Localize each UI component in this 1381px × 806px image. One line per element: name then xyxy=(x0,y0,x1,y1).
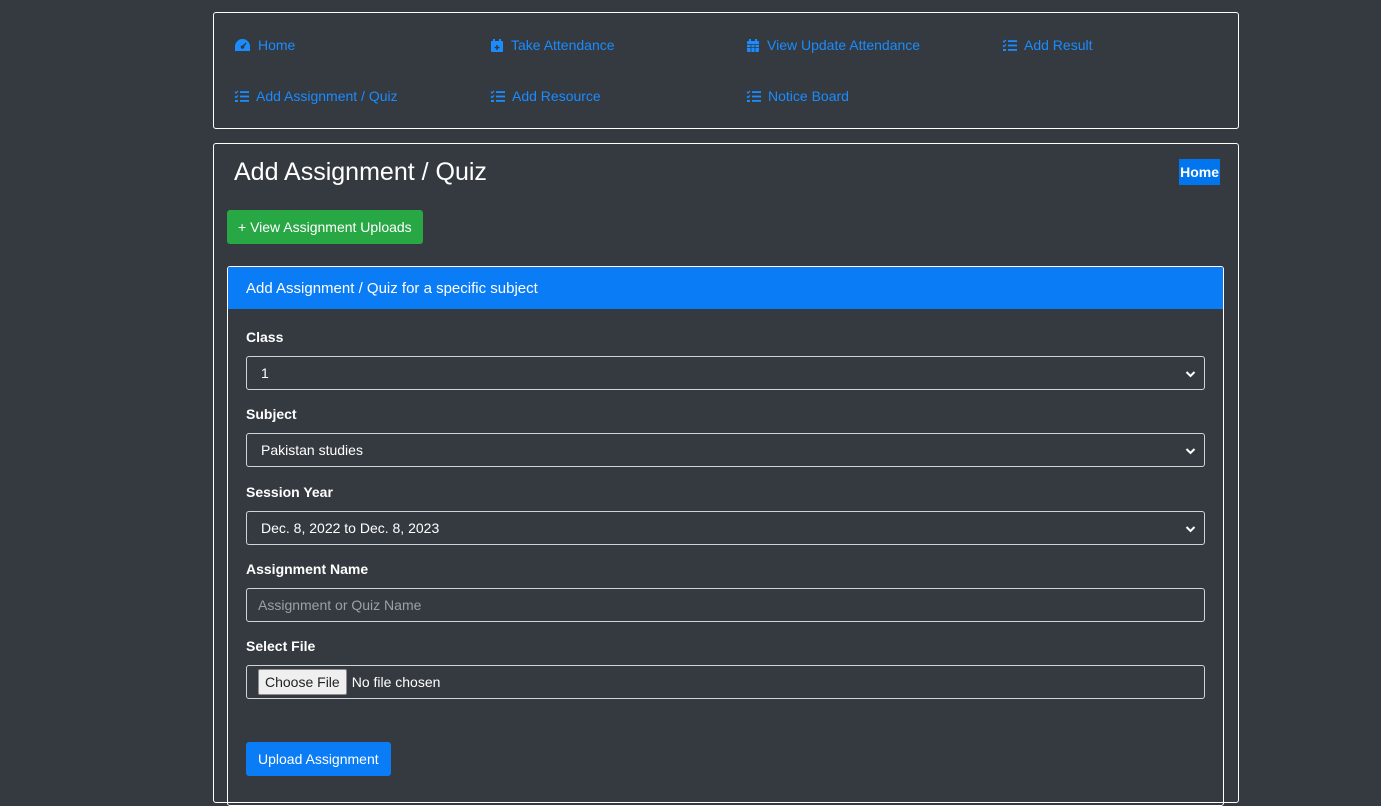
nav-link-view-update-attendance[interactable]: View Update Attendance xyxy=(746,37,920,53)
calendar-icon xyxy=(746,38,760,53)
assignment-name-input[interactable]: Assignment or Quiz Name xyxy=(246,588,1205,622)
nav-link-add-result[interactable]: Add Result xyxy=(1002,37,1092,53)
nav-link-label: Add Result xyxy=(1024,37,1093,53)
nav-link-label: Take Attendance xyxy=(511,37,615,53)
nav-link-take-attendance[interactable]: Take Attendance xyxy=(490,37,615,53)
main-panel: Add Assignment / Quiz Home + View Assign… xyxy=(213,143,1239,806)
nav-link-add-assignment-quiz[interactable]: Add Assignment / Quiz xyxy=(234,88,398,104)
page-title: Add Assignment / Quiz xyxy=(234,158,487,186)
nav-link-label: Notice Board xyxy=(768,88,849,104)
nav-link-add-resource[interactable]: Add Resource xyxy=(490,88,601,104)
calendar-plus-icon xyxy=(490,38,504,53)
list-check-icon xyxy=(234,90,249,103)
list-check-icon xyxy=(490,90,505,103)
class-select-value: 1 xyxy=(261,365,269,381)
subject-select[interactable]: Pakistan studies xyxy=(246,433,1205,467)
file-input[interactable]: Choose File No file chosen xyxy=(246,665,1205,699)
session-year-select[interactable]: Dec. 8, 2022 to Dec. 8, 2023 xyxy=(246,511,1205,545)
choose-file-button[interactable]: Choose File xyxy=(258,669,347,695)
nav-link-label: Add Resource xyxy=(512,88,601,104)
nav-link-label: Add Assignment / Quiz xyxy=(256,88,398,104)
class-select[interactable]: 1 xyxy=(246,356,1205,390)
select-file-label: Select File xyxy=(246,638,316,654)
chevron-down-icon xyxy=(1185,522,1196,538)
assignment-form-card: Add Assignment / Quiz for a specific sub… xyxy=(227,266,1224,806)
dashboard-icon xyxy=(234,38,251,53)
nav-link-home[interactable]: Home xyxy=(234,37,295,53)
home-breadcrumb-link[interactable]: Home xyxy=(1179,159,1220,185)
list-check-icon xyxy=(1002,39,1017,52)
upload-assignment-button[interactable]: Upload Assignment xyxy=(246,742,391,776)
file-status-text: No file chosen xyxy=(351,674,441,690)
nav-link-label: View Update Attendance xyxy=(767,37,921,53)
subject-label: Subject xyxy=(246,406,297,422)
card-header: Add Assignment / Quiz for a specific sub… xyxy=(228,267,1223,309)
subject-select-value: Pakistan studies xyxy=(261,442,363,458)
nav-panel: Home Take Attendance View Update Attenda… xyxy=(213,12,1239,129)
view-assignment-uploads-button[interactable]: + View Assignment Uploads xyxy=(227,210,423,244)
session-year-label: Session Year xyxy=(246,484,333,500)
nav-link-notice-board[interactable]: Notice Board xyxy=(746,88,849,104)
assignment-name-placeholder: Assignment or Quiz Name xyxy=(258,597,422,613)
list-check-icon xyxy=(746,90,761,103)
nav-link-label: Home xyxy=(258,37,296,53)
class-label: Class xyxy=(246,329,284,345)
chevron-down-icon xyxy=(1185,444,1196,460)
assignment-name-label: Assignment Name xyxy=(246,561,369,577)
chevron-down-icon xyxy=(1185,367,1196,383)
session-year-select-value: Dec. 8, 2022 to Dec. 8, 2023 xyxy=(261,520,440,536)
